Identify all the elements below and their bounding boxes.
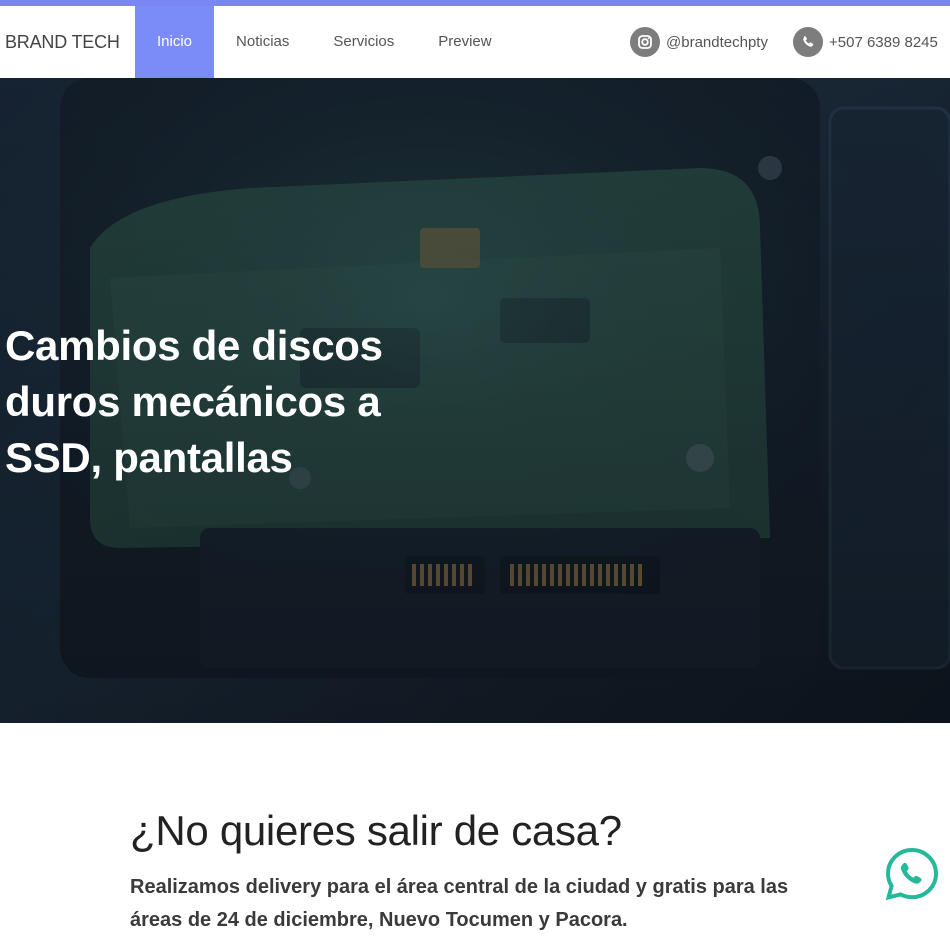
main-nav: Inicio Noticias Servicios Preview: [135, 6, 514, 78]
instagram-handle: @brandtechpty: [666, 33, 768, 51]
delivery-text: Realizamos delivery para el área central…: [130, 876, 789, 931]
instagram-icon: [630, 27, 660, 57]
whatsapp-button[interactable]: [884, 846, 940, 902]
delivery-heading: ¿No quieres salir de casa?: [130, 807, 622, 854]
nav-item-inicio[interactable]: Inicio: [135, 6, 215, 78]
brand-logo[interactable]: BRAND TECH: [5, 6, 120, 78]
phone-link[interactable]: +507 6389 8245: [793, 6, 938, 78]
nav-item-preview[interactable]: Preview: [416, 6, 513, 78]
delivery-section: ¿No quieres salir de casa? Realizamos de…: [0, 723, 950, 950]
whatsapp-icon: [885, 847, 939, 901]
hero-title: Cambios de discos duros mecánicos a SSD,…: [5, 322, 383, 481]
hero-banner: Cambios de discos duros mecánicos a SSD,…: [0, 78, 950, 723]
phone-icon: [793, 27, 823, 57]
instagram-link[interactable]: @brandtechpty: [630, 6, 768, 78]
nav-item-noticias[interactable]: Noticias: [214, 6, 311, 78]
phone-number: +507 6389 8245: [829, 33, 938, 51]
nav-item-servicios[interactable]: Servicios: [311, 6, 416, 78]
navbar: BRAND TECH Inicio Noticias Servicios Pre…: [0, 6, 950, 78]
